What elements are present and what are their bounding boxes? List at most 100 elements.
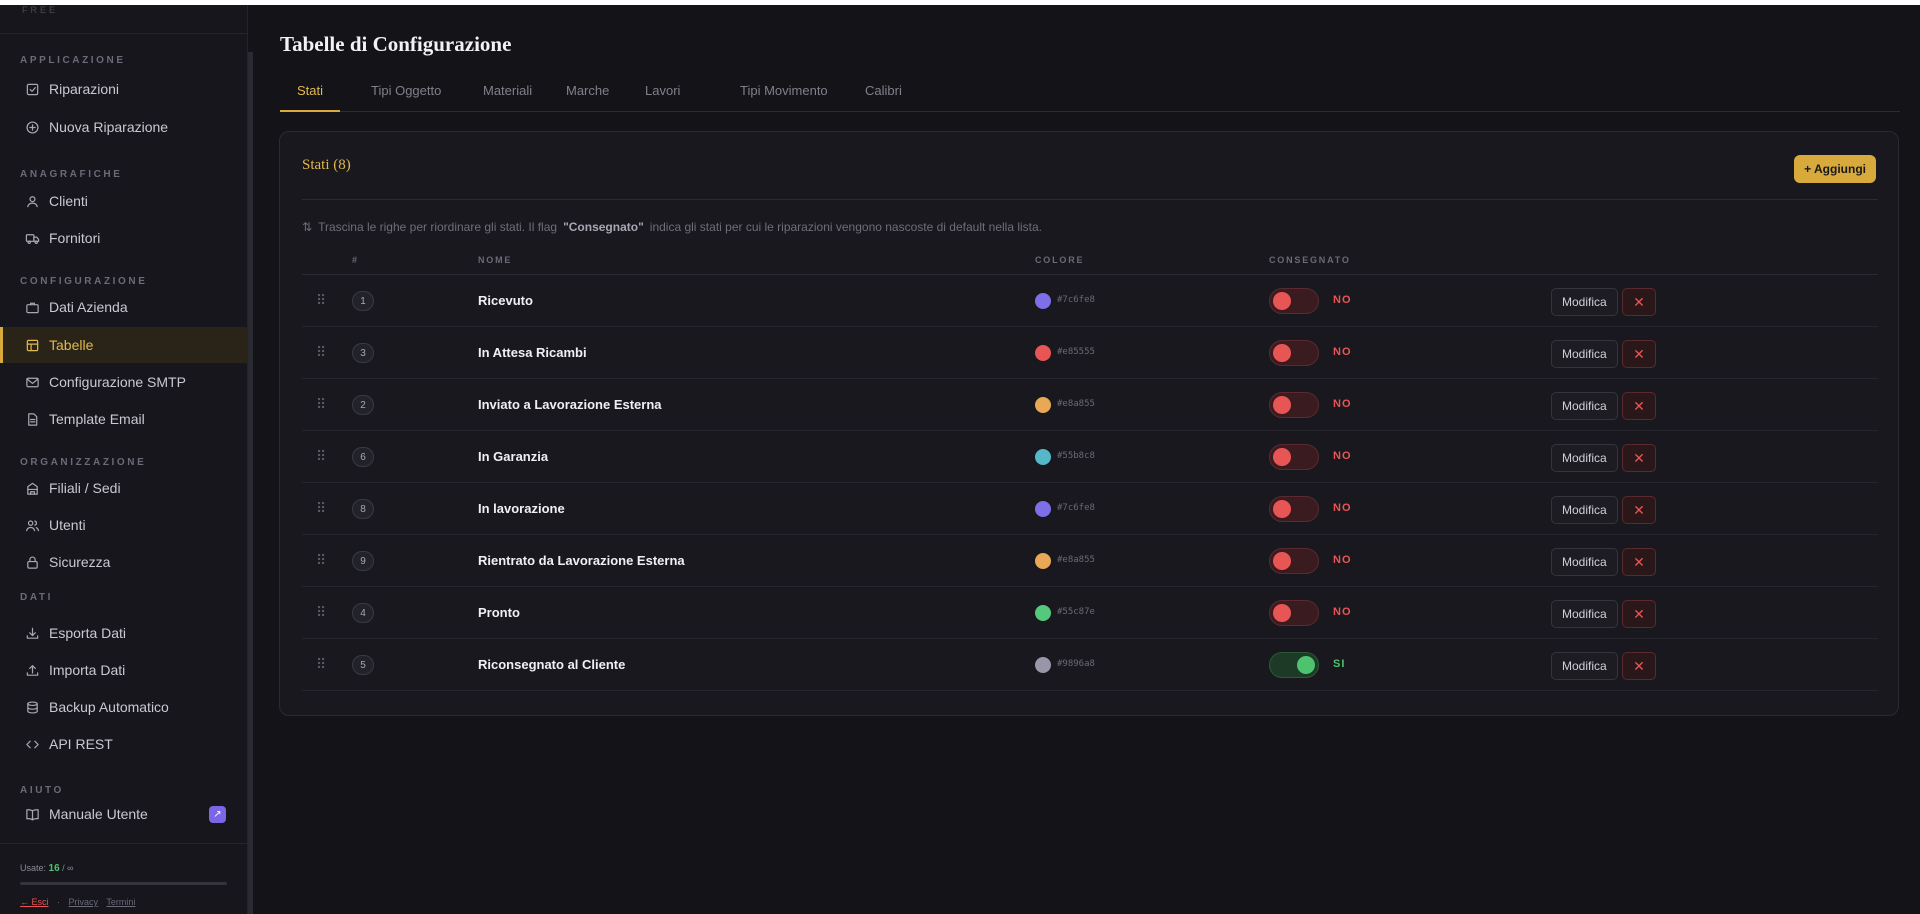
delete-button[interactable]: ✕	[1622, 600, 1656, 628]
sidebar-item-configurazione-smtp[interactable]: Configurazione SMTP	[0, 364, 248, 400]
edit-button[interactable]: Modifica	[1551, 340, 1618, 368]
delivered-toggle[interactable]	[1269, 496, 1319, 522]
table-row: ⠿ 8 In lavorazione #7c6fe8 NO Modifica ✕	[302, 483, 1878, 535]
toggle-knob	[1273, 292, 1291, 310]
sidebar-item-manuale-utente[interactable]: Manuale Utente ↗	[0, 796, 248, 832]
terms-link[interactable]: Termini	[106, 897, 135, 907]
edit-button[interactable]: Modifica	[1551, 548, 1618, 576]
card-title: Stati (8)	[302, 157, 351, 173]
col-color: COLORE	[1035, 255, 1085, 265]
sidebar-scrollbar[interactable]	[248, 52, 253, 914]
drag-handle-icon[interactable]: ⠿	[316, 396, 326, 413]
hint-text: ⇅ Trascina le righe per riordinare gli s…	[302, 220, 1042, 234]
table-row: ⠿ 5 Riconsegnato al Cliente #9896a8 SI Modifi…	[302, 639, 1878, 691]
delivered-toggle[interactable]	[1269, 652, 1319, 678]
logout-link[interactable]: ← Esci	[20, 897, 49, 907]
delete-button[interactable]: ✕	[1622, 340, 1656, 368]
close-icon: ✕	[1633, 501, 1645, 518]
color-swatch	[1035, 605, 1051, 621]
sidebar-item-utenti[interactable]: Utenti	[0, 507, 248, 543]
col-name: NOME	[478, 255, 513, 265]
add-button[interactable]: + Aggiungi	[1794, 155, 1876, 183]
edit-button[interactable]: Modifica	[1551, 392, 1618, 420]
state-name: In Garanzia	[478, 449, 549, 464]
delivered-toggle[interactable]	[1269, 288, 1319, 314]
sidebar-item-esporta-dati[interactable]: Esporta Dati	[0, 615, 248, 651]
color-hex: #55c87e	[1057, 607, 1095, 617]
sidebar-item-importa-dati[interactable]: Importa Dati	[0, 652, 248, 688]
drag-handle-icon[interactable]: ⠿	[316, 344, 326, 361]
database-icon	[24, 699, 40, 715]
sidebar-item-template-email[interactable]: Template Email	[0, 401, 248, 437]
tab-tipi-movimento[interactable]: Tipi Movimento	[740, 81, 828, 112]
state-name: In Attesa Ricambi	[478, 345, 587, 360]
state-name: Pronto	[478, 605, 520, 620]
edit-button[interactable]: Modifica	[1551, 444, 1618, 472]
delete-button[interactable]: ✕	[1622, 548, 1656, 576]
delete-button[interactable]: ✕	[1622, 496, 1656, 524]
sidebar-item-nuova-riparazione[interactable]: Nuova Riparazione	[0, 109, 248, 145]
edit-button[interactable]: Modifica	[1551, 652, 1618, 680]
privacy-link[interactable]: Privacy	[69, 897, 99, 907]
color-swatch	[1035, 657, 1051, 673]
sidebar-item-backup-automatico[interactable]: Backup Automatico	[0, 689, 248, 725]
drag-handle-icon[interactable]: ⠿	[316, 500, 326, 517]
toggle-knob	[1273, 448, 1291, 466]
sidebar-item-label: Esporta Dati	[49, 625, 127, 641]
drag-handle-icon[interactable]: ⠿	[316, 604, 326, 621]
sidebar-item-label: Utenti	[49, 517, 86, 533]
delivered-toggle[interactable]	[1269, 340, 1319, 366]
download-icon	[24, 625, 40, 641]
sidebar-item-clienti[interactable]: Clienti	[0, 183, 248, 219]
close-icon: ✕	[1633, 345, 1645, 362]
delete-button[interactable]: ✕	[1622, 288, 1656, 316]
state-name: Ricevuto	[478, 293, 533, 308]
delivered-flag: NO	[1333, 502, 1352, 514]
color-swatch	[1035, 345, 1051, 361]
state-name: Riconsegnato al Cliente	[478, 657, 626, 672]
sidebar-item-fornitori[interactable]: Fornitori	[0, 220, 248, 256]
sidebar-item-label: Nuova Riparazione	[49, 119, 169, 135]
drag-handle-icon[interactable]: ⠿	[316, 448, 326, 465]
toggle-knob	[1273, 396, 1291, 414]
order-badge: 3	[352, 343, 374, 363]
sidebar-item-sicurezza[interactable]: Sicurezza	[0, 544, 248, 580]
delivered-flag: NO	[1333, 398, 1352, 410]
usage-bar	[20, 882, 227, 885]
tab-stati[interactable]: Stati	[280, 81, 341, 112]
table-row: ⠿ 9 Rientrato da Lavorazione Esterna #e8a85…	[302, 535, 1878, 587]
tab-lavori[interactable]: Lavori	[645, 81, 680, 112]
delete-button[interactable]: ✕	[1622, 392, 1656, 420]
section-label-applicazione: APPLICAZIONE	[20, 55, 126, 66]
sidebar-item-filiali-sedi[interactable]: Filiali / Sedi	[0, 470, 248, 506]
edit-button[interactable]: Modifica	[1551, 600, 1618, 628]
drag-handle-icon[interactable]: ⠿	[316, 552, 326, 569]
delivered-toggle[interactable]	[1269, 600, 1319, 626]
sidebar-item-riparazioni[interactable]: Riparazioni	[0, 71, 248, 107]
sidebar-item-dati-azienda[interactable]: Dati Azienda	[0, 289, 248, 325]
table-row: ⠿ 2 Inviato a Lavorazione Esterna #e8a855 NO…	[302, 379, 1878, 431]
sidebar-item-label: Manuale Utente	[49, 806, 148, 822]
edit-button[interactable]: Modifica	[1551, 288, 1618, 316]
edit-button[interactable]: Modifica	[1551, 496, 1618, 524]
drag-handle-icon[interactable]: ⠿	[316, 292, 326, 309]
delivered-toggle[interactable]	[1269, 444, 1319, 470]
delete-button[interactable]: ✕	[1622, 444, 1656, 472]
tab-calibri[interactable]: Calibri	[865, 81, 902, 112]
delete-button[interactable]: ✕	[1622, 652, 1656, 680]
tab-materiali[interactable]: Materiali	[483, 81, 532, 112]
table-icon	[24, 337, 40, 353]
tab-marche[interactable]: Marche	[566, 81, 609, 112]
checkbox-icon	[24, 81, 40, 97]
delivered-toggle[interactable]	[1269, 392, 1319, 418]
tab-tipi-oggetto[interactable]: Tipi Oggetto	[371, 81, 441, 112]
usage-counter: Usate: 16 / ∞	[20, 863, 74, 874]
reorder-icon: ⇅	[302, 220, 313, 234]
drag-handle-icon[interactable]: ⠿	[316, 656, 326, 673]
delivered-flag: NO	[1333, 554, 1352, 566]
color-hex: #55b8c8	[1057, 451, 1095, 461]
sidebar-item-api-rest[interactable]: API REST	[0, 726, 248, 762]
sidebar-item-tabelle[interactable]: Tabelle	[0, 327, 248, 363]
plus-circle-icon	[24, 119, 40, 135]
delivered-toggle[interactable]	[1269, 548, 1319, 574]
